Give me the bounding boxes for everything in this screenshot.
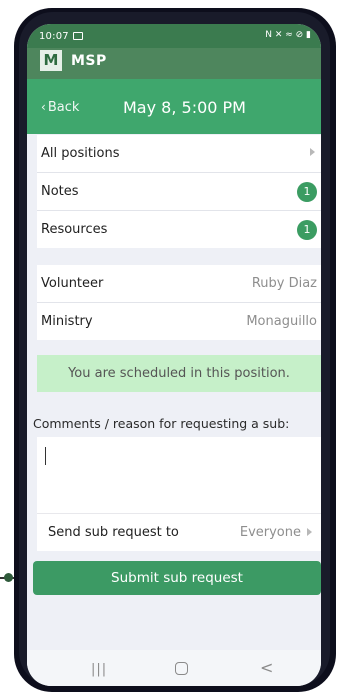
detail-value: Monaguillo: [246, 314, 317, 329]
annotation-pointer-dot: [4, 573, 13, 582]
list-item-label: Resources: [41, 222, 108, 237]
back-label: Back: [47, 100, 80, 115]
status-icons: N ✕ ≈ ⊘ ▮: [265, 30, 311, 40]
detail-label: Volunteer: [41, 276, 104, 291]
comments-field[interactable]: [37, 437, 321, 513]
details-group: Volunteer Ruby Diaz Ministry Monaguillo: [37, 265, 321, 340]
chevron-right-icon: [310, 148, 315, 156]
android-navigation-bar: ||| <: [27, 650, 321, 686]
app-screen: 10:07 N ✕ ≈ ⊘ ▮ M MSP ‹ Back May 8, 5:00 …: [27, 24, 321, 686]
detail-ministry: Ministry Monaguillo: [37, 303, 321, 340]
status-bar: 10:07 N ✕ ≈ ⊘ ▮: [27, 24, 321, 48]
back-button[interactable]: ‹ Back: [41, 100, 79, 115]
detail-value: Ruby Diaz: [251, 276, 317, 291]
scheduled-banner: You are scheduled in this position.: [37, 355, 321, 392]
detail-label: Ministry: [41, 314, 93, 329]
count-badge: 1: [297, 182, 317, 202]
image-notification-icon: [73, 32, 83, 40]
list-item-all-positions[interactable]: All positions: [37, 135, 321, 173]
app-logo: M: [40, 50, 62, 71]
app-header: M MSP: [27, 48, 321, 79]
navigation-bar: ‹ Back May 8, 5:00 PM: [27, 79, 321, 134]
recent-apps-button[interactable]: |||: [91, 662, 107, 677]
links-group: All positions Notes 1 Resources 1: [37, 135, 321, 248]
system-back-button[interactable]: <: [260, 658, 273, 677]
send-to-value: Everyone: [239, 525, 301, 540]
list-item-label: All positions: [41, 146, 120, 161]
chevron-left-icon: ‹: [41, 100, 46, 114]
app-name: MSP: [71, 53, 107, 69]
list-item-label: Notes: [41, 184, 79, 199]
page-title: May 8, 5:00 PM: [123, 98, 246, 117]
submit-sub-request-button[interactable]: Submit sub request: [33, 561, 321, 595]
list-item-resources[interactable]: Resources 1: [37, 211, 321, 248]
send-sub-request-to-selector[interactable]: Send sub request to Everyone: [37, 513, 321, 551]
status-time: 10:07: [39, 31, 69, 42]
comments-label: Comments / reason for requesting a sub:: [33, 416, 290, 431]
count-badge: 1: [297, 220, 317, 240]
send-to-label: Send sub request to: [48, 525, 179, 540]
detail-volunteer: Volunteer Ruby Diaz: [37, 265, 321, 303]
chevron-right-icon: [307, 528, 312, 536]
home-button[interactable]: [175, 662, 188, 675]
text-cursor: [45, 447, 46, 465]
list-item-notes[interactable]: Notes 1: [37, 173, 321, 211]
